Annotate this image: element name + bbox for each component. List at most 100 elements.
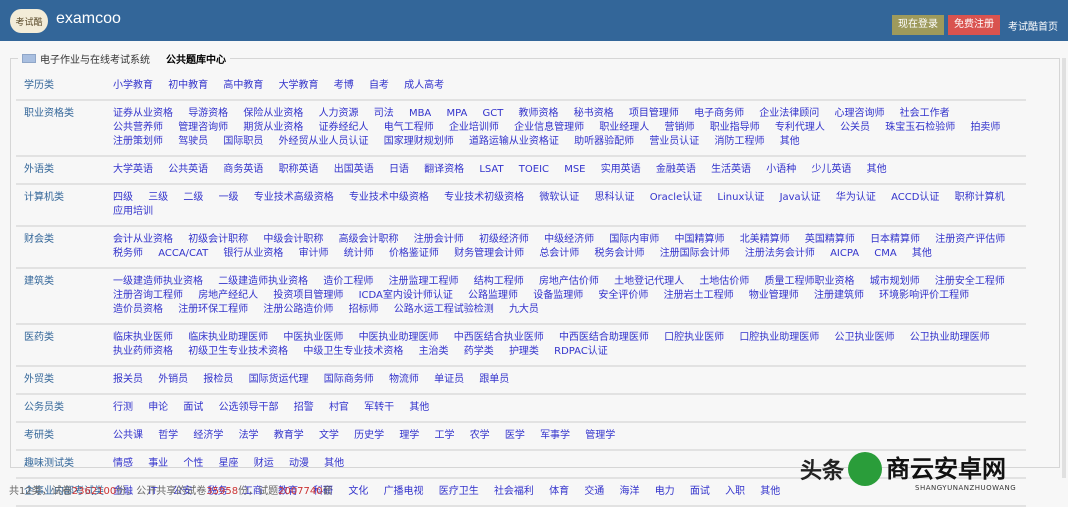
exam-link[interactable]: 实用英语 <box>601 164 641 175</box>
exam-link[interactable]: 面试 <box>690 486 710 497</box>
exam-link[interactable]: 临床执业医师 <box>113 332 173 343</box>
exam-link[interactable]: 金融英语 <box>656 164 696 175</box>
exam-link[interactable]: 注册咨询工程师 <box>113 290 183 301</box>
exam-link[interactable]: 社会福利 <box>494 486 534 497</box>
exam-link[interactable]: 招标师 <box>349 304 379 315</box>
exam-link[interactable]: AICPA <box>830 248 859 259</box>
exam-link[interactable]: 财运 <box>254 458 274 469</box>
exam-link[interactable]: 结构工程师 <box>474 276 524 287</box>
exam-link[interactable]: 教育学 <box>274 430 304 441</box>
exam-link[interactable]: 注册建筑师 <box>814 290 864 301</box>
exam-link[interactable]: 二级建造师执业资格 <box>218 276 308 287</box>
exam-link[interactable]: MSE <box>564 164 585 175</box>
exam-link[interactable]: RDPAC认证 <box>554 346 608 357</box>
exam-link[interactable]: 国际货运代理 <box>249 374 309 385</box>
exam-link[interactable]: 公路水运工程试验检测 <box>394 304 494 315</box>
exam-link[interactable]: 其他 <box>760 486 780 497</box>
exam-link[interactable]: 管理学 <box>585 430 615 441</box>
exam-link[interactable]: 单证员 <box>434 374 464 385</box>
exam-link[interactable]: 中西医结合助理医师 <box>559 332 649 343</box>
exam-link[interactable]: 临床执业助理医师 <box>188 332 268 343</box>
exam-link[interactable]: 注册国际会计师 <box>660 248 730 259</box>
exam-link[interactable]: 驾驶员 <box>178 136 208 147</box>
exam-link[interactable]: CMA <box>874 248 896 259</box>
exam-link[interactable]: 助听器验配师 <box>574 136 634 147</box>
exam-link[interactable]: 投资项目管理师 <box>273 290 343 301</box>
exam-link[interactable]: 房地产估价师 <box>539 276 599 287</box>
exam-link[interactable]: 注册资产评估师 <box>935 234 1005 245</box>
exam-link[interactable]: ACCD认证 <box>891 192 939 203</box>
exam-link[interactable]: 专业技术中级资格 <box>349 192 429 203</box>
exam-link[interactable]: 口腔执业医师 <box>664 332 724 343</box>
register-button[interactable]: 免费注册 <box>948 15 1000 35</box>
exam-link[interactable]: LSAT <box>479 164 503 175</box>
exam-link[interactable]: 北美精算师 <box>740 234 790 245</box>
exam-link[interactable]: 社会工作者 <box>900 108 950 119</box>
exam-link[interactable]: 设备监理师 <box>533 290 583 301</box>
exam-link[interactable]: 外销员 <box>158 374 188 385</box>
exam-link[interactable]: 外经贸从业人员认证 <box>279 136 369 147</box>
exam-link[interactable]: 动漫 <box>289 458 309 469</box>
exam-link[interactable]: 广播电视 <box>384 486 424 497</box>
exam-link[interactable]: 商务英语 <box>223 164 263 175</box>
exam-link[interactable]: 考博 <box>334 80 354 91</box>
exam-link[interactable]: 日语 <box>389 164 409 175</box>
exam-link[interactable]: 星座 <box>219 458 239 469</box>
exam-link[interactable]: 出国英语 <box>334 164 374 175</box>
exam-link[interactable]: 经济学 <box>193 430 223 441</box>
exam-link[interactable]: 电子商务师 <box>694 108 744 119</box>
exam-link[interactable]: 申论 <box>148 402 168 413</box>
exam-link[interactable]: 大学英语 <box>113 164 153 175</box>
exam-link[interactable]: 法学 <box>239 430 259 441</box>
exam-link[interactable]: 日本精算师 <box>870 234 920 245</box>
exam-link[interactable]: 拍卖师 <box>970 122 1000 133</box>
exam-link[interactable]: 珠宝玉石检验师 <box>885 122 955 133</box>
exam-link[interactable]: 大学教育 <box>279 80 319 91</box>
exam-link[interactable]: 公共课 <box>113 430 143 441</box>
exam-link[interactable]: 电气工程师 <box>384 122 434 133</box>
exam-link[interactable]: 物流师 <box>389 374 419 385</box>
exam-link[interactable]: 口腔执业助理医师 <box>739 332 819 343</box>
exam-link[interactable]: ICDA室内设计师认证 <box>359 290 453 301</box>
exam-link[interactable]: 生活英语 <box>711 164 751 175</box>
exam-link[interactable]: 证券从业资格 <box>113 108 173 119</box>
exam-link[interactable]: 注册公路造价师 <box>263 304 333 315</box>
brand-name[interactable]: examcoo <box>56 10 121 28</box>
exam-link[interactable]: 药学类 <box>464 346 494 357</box>
exam-link[interactable]: 主治类 <box>419 346 449 357</box>
exam-link[interactable]: 初级会计职称 <box>188 234 248 245</box>
exam-link[interactable]: 注册安全工程师 <box>935 276 1005 287</box>
exam-link[interactable]: 初中教育 <box>168 80 208 91</box>
exam-link[interactable]: 价格鉴证师 <box>389 248 439 259</box>
exam-link[interactable]: 中级卫生专业技术资格 <box>303 346 403 357</box>
exam-link[interactable]: 交通 <box>584 486 604 497</box>
exam-link[interactable]: 行测 <box>113 402 133 413</box>
exam-link[interactable]: 农学 <box>470 430 490 441</box>
exam-link[interactable]: 其他 <box>912 248 932 259</box>
exam-link[interactable]: 初级卫生专业技术资格 <box>188 346 288 357</box>
exam-link[interactable]: 职业指导师 <box>710 122 760 133</box>
exam-link[interactable]: 职称英语 <box>279 164 319 175</box>
exam-link[interactable]: 个性 <box>183 458 203 469</box>
exam-link[interactable]: 国际职员 <box>223 136 263 147</box>
exam-link[interactable]: 造价员资格 <box>113 304 163 315</box>
exam-link[interactable]: 道路运输从业资格证 <box>469 136 559 147</box>
exam-link[interactable]: 营业员认证 <box>649 136 699 147</box>
exam-link[interactable]: 公关员 <box>840 122 870 133</box>
exam-link[interactable]: 体育 <box>549 486 569 497</box>
exam-link[interactable]: 保险从业资格 <box>243 108 303 119</box>
exam-link[interactable]: 成人高考 <box>404 80 444 91</box>
exam-link[interactable]: 村官 <box>329 402 349 413</box>
exam-link[interactable]: 环境影响评价工程师 <box>879 290 969 301</box>
exam-link[interactable]: 公卫执业助理医师 <box>910 332 990 343</box>
exam-link[interactable]: 高中教育 <box>223 80 263 91</box>
exam-link[interactable]: 情感 <box>113 458 133 469</box>
exam-link[interactable]: 公共营养师 <box>113 122 163 133</box>
exam-link[interactable]: 思科认证 <box>595 192 635 203</box>
exam-link[interactable]: 军事学 <box>540 430 570 441</box>
exam-link[interactable]: 英国精算师 <box>805 234 855 245</box>
exam-link[interactable]: 中西医结合执业医师 <box>454 332 544 343</box>
home-link[interactable]: 考试酷首页 <box>1008 18 1058 33</box>
exam-link[interactable]: 一级 <box>219 192 239 203</box>
exam-link[interactable]: 专业技术高级资格 <box>254 192 334 203</box>
